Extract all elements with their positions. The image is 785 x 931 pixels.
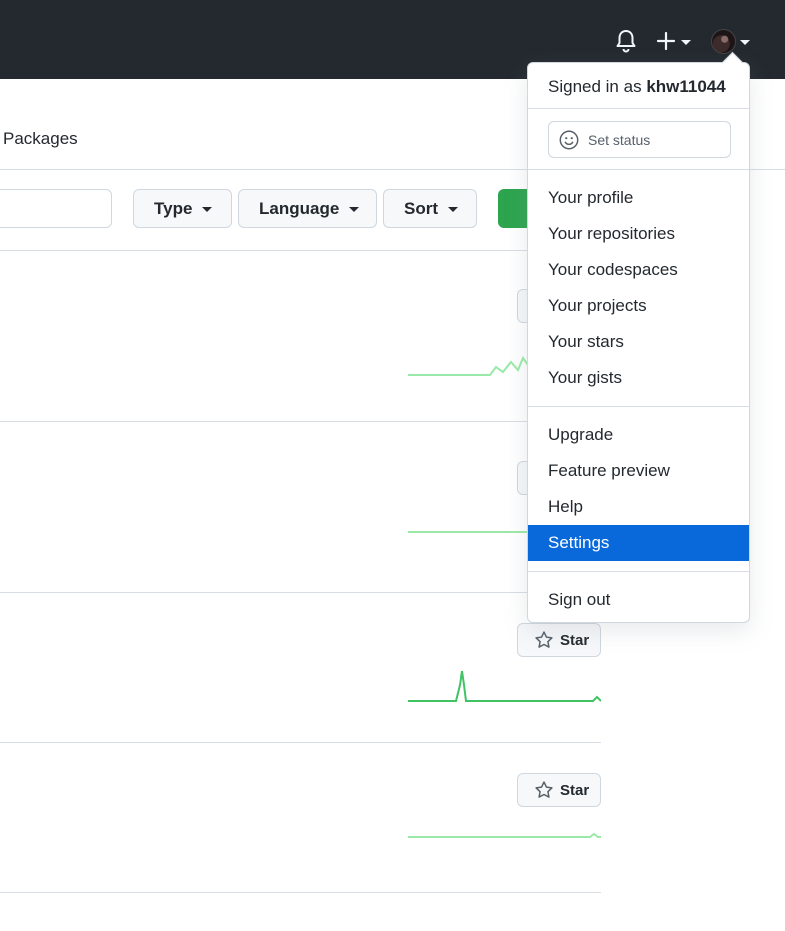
avatar[interactable]: [711, 29, 736, 54]
set-status-button[interactable]: Set status: [548, 121, 731, 158]
create-caret-icon[interactable]: [681, 40, 691, 45]
smiley-icon: [559, 130, 579, 149]
menu-item-your-stars[interactable]: Your stars: [528, 324, 749, 360]
type-filter-label: Type: [154, 198, 193, 218]
sort-filter-label: Sort: [404, 198, 438, 218]
language-filter-label: Language: [259, 198, 340, 218]
menu-item-help[interactable]: Help: [528, 489, 749, 525]
star-icon: [535, 631, 553, 648]
menu-item-your-codespaces[interactable]: Your codespaces: [528, 252, 749, 288]
type-filter-button[interactable]: Type: [133, 189, 232, 228]
menu-divider: [528, 108, 749, 109]
find-repository-input[interactable]: [0, 189, 112, 228]
language-filter-button[interactable]: Language: [238, 189, 377, 228]
star-label: Star: [560, 781, 590, 799]
chevron-down-icon: [349, 207, 360, 212]
menu-item-your-projects[interactable]: Your projects: [528, 288, 749, 324]
chevron-down-icon: [448, 207, 458, 212]
menu-item-your-gists[interactable]: Your gists: [528, 360, 749, 396]
list-divider: [0, 892, 601, 893]
menu-divider: [528, 169, 749, 170]
menu-item-your-repositories[interactable]: Your repositories: [528, 216, 749, 252]
set-status-label: Set status: [588, 131, 651, 148]
menu-item-upgrade[interactable]: Upgrade: [528, 417, 749, 453]
menu-divider: [528, 406, 749, 407]
menu-item-sign-out[interactable]: Sign out: [528, 582, 749, 618]
user-menu-dropdown: Signed in as khw11044 Set status Your pr…: [527, 51, 750, 623]
list-divider: [0, 592, 601, 593]
menu-item-feature-preview[interactable]: Feature preview: [528, 453, 749, 489]
signed-in-prefix: Signed in as: [548, 77, 642, 96]
bell-icon[interactable]: [614, 28, 638, 54]
tab-packages[interactable]: Packages: [3, 129, 78, 149]
list-divider: [0, 250, 601, 251]
star-label: Star: [560, 631, 590, 649]
activity-sparkline: [408, 832, 601, 838]
list-divider: [0, 421, 601, 422]
chevron-down-icon: [202, 207, 213, 212]
star-button[interactable]: Star: [517, 623, 601, 657]
menu-divider: [528, 571, 749, 572]
activity-sparkline: [408, 670, 601, 702]
menu-item-settings[interactable]: Settings: [528, 525, 749, 561]
list-divider: [0, 742, 601, 743]
star-button[interactable]: Star: [517, 773, 601, 807]
username: khw11044: [646, 77, 726, 96]
signed-in-as: Signed in as khw11044: [548, 77, 726, 97]
menu-item-your-profile[interactable]: Your profile: [528, 180, 749, 216]
avatar-caret-icon[interactable]: [740, 40, 750, 45]
star-icon: [535, 781, 553, 798]
sort-filter-button[interactable]: Sort: [383, 189, 477, 228]
plus-icon[interactable]: [654, 29, 678, 53]
